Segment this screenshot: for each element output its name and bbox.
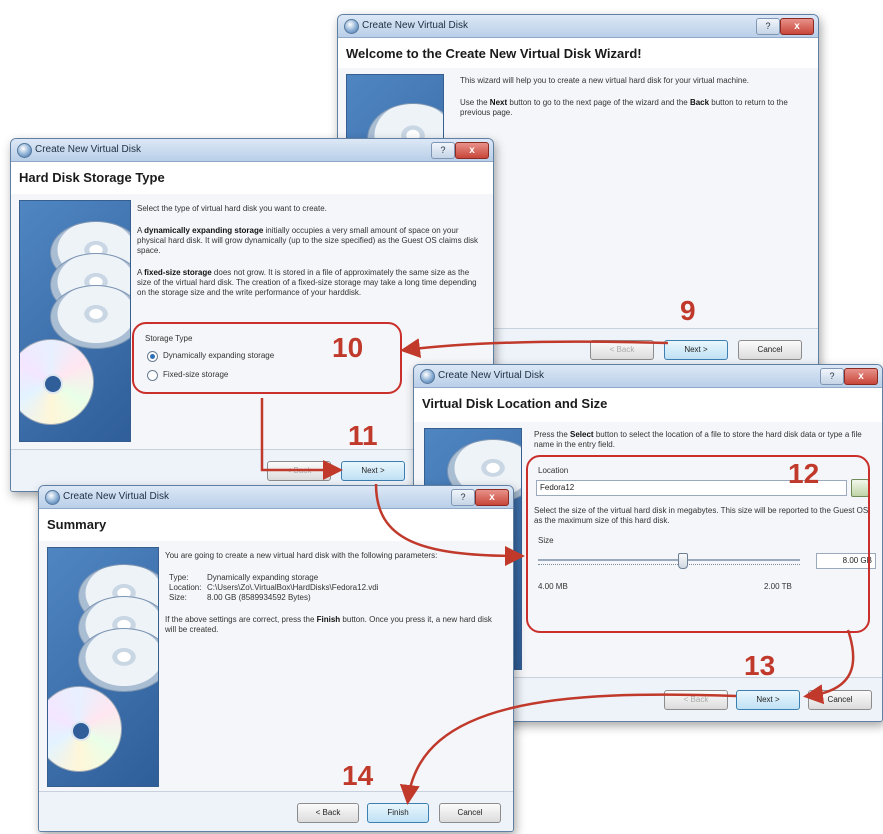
arrow-10-to-11 <box>260 398 343 480</box>
arrow-11-to-12 <box>374 483 525 566</box>
step-number-12: 12 <box>788 458 820 489</box>
arrow-9-to-10 <box>400 338 669 359</box>
arrow-12-to-13 <box>803 629 855 705</box>
step-number-10: 10 <box>332 332 364 363</box>
step-number-14: 14 <box>342 760 374 791</box>
arrow-13-to-14 <box>399 693 737 805</box>
step-number-11: 11 <box>348 420 378 451</box>
step-arrows <box>260 338 855 805</box>
step-number-13: 13 <box>744 650 776 681</box>
step-number-9: 9 <box>680 295 696 326</box>
